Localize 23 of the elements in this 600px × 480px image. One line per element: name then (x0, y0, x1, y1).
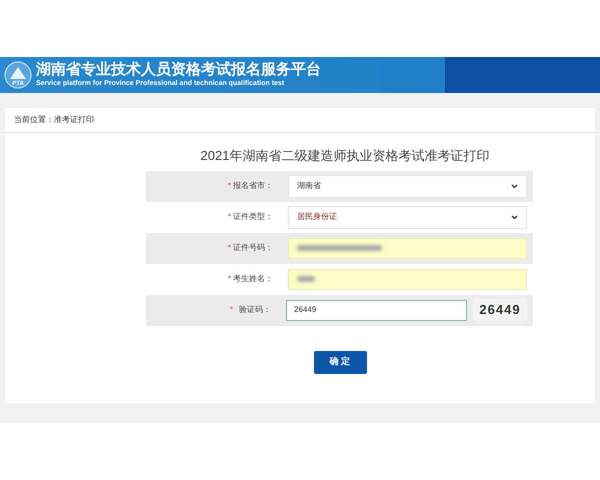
field-label: 报名省市： (233, 180, 273, 192)
confirm-button[interactable]: 确 定 (314, 350, 366, 374)
field-label: 证件类型： (233, 211, 273, 223)
breadcrumb: 当前位置：准考证打印 (14, 114, 94, 126)
chevron-icon (511, 214, 518, 220)
input-field[interactable] (288, 268, 527, 290)
required-mark: * (228, 242, 231, 254)
captcha-input[interactable]: 26449 (286, 300, 467, 320)
captcha-image[interactable]: 26449 (473, 299, 527, 321)
form-title: 2021年湖南省二级建造师执业资格考试准考证打印 (200, 147, 490, 165)
field-label: 证件号码： (233, 242, 273, 254)
field-label: 考生姓名： (233, 273, 273, 285)
input-field[interactable] (288, 238, 527, 258)
required-mark: * (228, 180, 231, 192)
required-mark: * (230, 304, 233, 316)
site-title: 湖南省专业技术人员资格考试报名服务平台 (36, 61, 321, 79)
required-mark: * (228, 211, 231, 223)
chevron-icon (511, 184, 518, 188)
blurred-value (297, 276, 315, 282)
select-field[interactable]: 居民身份证 (288, 206, 527, 228)
field-label: 验证码： (239, 304, 271, 316)
required-mark: * (228, 273, 231, 285)
select-field[interactable]: 湖南省 (288, 174, 527, 198)
